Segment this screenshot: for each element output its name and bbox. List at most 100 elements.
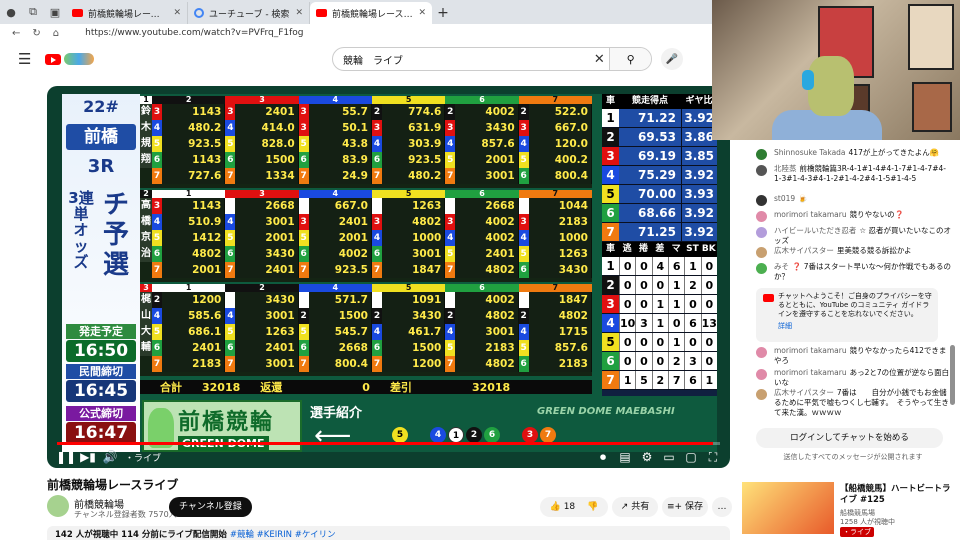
site-info-icon[interactable]: ⌂	[53, 28, 59, 39]
avatar[interactable]	[756, 195, 767, 206]
score-row: 3 69.19 3.85	[602, 147, 717, 166]
avatar[interactable]	[756, 347, 767, 358]
reco-title[interactable]: 【船橋競馬】ハートビートライブ #125	[840, 484, 958, 506]
subtitles-icon[interactable]: ▤	[614, 450, 636, 464]
tab-3[interactable]: 前橋競輪場レースライブ - YouTu ✕	[310, 2, 432, 24]
url-field[interactable]: https://www.youtube.com/watch?v=PVFrq_F1…	[85, 28, 303, 38]
car-number: 1	[602, 109, 619, 127]
avatar[interactable]	[756, 227, 767, 238]
youtube-logo[interactable]	[45, 53, 95, 65]
menu-icon[interactable]: ☰	[18, 50, 31, 68]
stat-value: 13	[700, 314, 717, 332]
lineup-ball: 1	[448, 427, 464, 443]
avatar[interactable]	[47, 495, 69, 517]
avatar[interactable]	[756, 211, 767, 222]
chat-author[interactable]: みそ	[774, 262, 789, 271]
combo-number: 7	[445, 262, 456, 278]
chat-author[interactable]: Shinnosuke Takada	[774, 148, 846, 157]
live-badge: ・ライブ	[840, 527, 874, 537]
fullscreen-icon[interactable]: ⛶	[702, 450, 724, 465]
venue-name: 前橋	[66, 124, 136, 150]
workspaces-icon[interactable]: ⧉	[22, 0, 44, 24]
odds-cell: 3 667.0	[518, 120, 592, 136]
next-button[interactable]: ▶▮	[77, 450, 99, 464]
combo-number: 5	[298, 230, 309, 246]
hashtags[interactable]: #競輪 #KEIRIN #ケイリン	[230, 530, 336, 540]
score-row: 2 69.53 3.86	[602, 128, 717, 147]
odds-value: 3001	[235, 356, 298, 372]
combo-number: 2	[445, 104, 456, 120]
odds-cell: 7 3001	[445, 168, 519, 184]
chat-author[interactable]: 北陸蒸	[774, 164, 797, 173]
chat-author[interactable]: 広木サイパスター	[774, 388, 834, 397]
volume-icon[interactable]: 🔊	[99, 450, 121, 464]
recommended-video[interactable]: 【船橋競馬】ハートビートライブ #125 船橋競馬場 1258 人が視聴中 ・ラ…	[740, 482, 960, 540]
login-chat-button[interactable]: ログインしてチャットを始める	[756, 428, 943, 448]
combo-number: 6	[298, 340, 309, 356]
close-icon[interactable]: ✕	[295, 8, 303, 18]
odds-value: 571.7	[308, 292, 371, 308]
video-thumbnail[interactable]	[742, 482, 834, 534]
close-icon[interactable]: ✕	[418, 8, 426, 18]
mic-icon[interactable]: 🎤	[661, 48, 683, 70]
avatar[interactable]	[756, 263, 767, 274]
save-button[interactable]: ≡+ 保存	[662, 497, 708, 517]
pause-button[interactable]: ❚❚	[55, 450, 77, 464]
clear-icon[interactable]: ✕	[589, 52, 609, 67]
live-badge[interactable]: ・ライブ	[125, 451, 161, 464]
like-button[interactable]: 👍 18 👎	[540, 497, 608, 517]
chat-author[interactable]: st019	[774, 194, 795, 203]
progress-bar[interactable]	[57, 442, 720, 445]
miniplayer-icon[interactable]: ▭	[658, 450, 680, 464]
stats-header-cell: BK	[701, 244, 716, 254]
subscribe-button[interactable]: チャンネル登録	[169, 497, 252, 517]
score-header-cell: 車	[605, 96, 615, 106]
share-button[interactable]: ↗ 共有	[612, 497, 658, 517]
column-header-cell: 6	[445, 96, 519, 104]
theater-icon[interactable]: ▢	[680, 450, 702, 464]
autoplay-toggle[interactable]: ⏺	[592, 450, 614, 465]
tab-actions-icon[interactable]: ▣	[44, 0, 66, 24]
search-input[interactable]	[333, 53, 590, 65]
odds-cell: 4 585.6	[152, 308, 226, 324]
notice-more-link[interactable]: 詳細	[778, 322, 932, 331]
odds-cell: 5 43.8	[298, 136, 372, 152]
tab-title: 前橋競輪場レースライブ - YouTu	[332, 9, 413, 20]
profile-icon[interactable]: ●	[0, 0, 22, 24]
video-player[interactable]: 22# 前橋 3R 3連単オッズ チ予選 発走予定 16:50 民間締切 16:…	[47, 86, 730, 468]
chat-author[interactable]: morimori takamaru	[774, 346, 847, 355]
chat-author[interactable]: morimori takamaru	[774, 368, 847, 377]
avatar[interactable]	[756, 389, 767, 400]
reco-viewers: 1258 人が視聴中	[840, 518, 896, 526]
avatar[interactable]	[756, 247, 767, 258]
close-icon[interactable]: ✕	[173, 8, 181, 18]
more-button[interactable]: …	[712, 497, 732, 517]
back-icon[interactable]: ←	[12, 28, 20, 39]
combo-number: 5	[518, 152, 529, 168]
stats-row: 5000100	[602, 333, 717, 352]
tab-1[interactable]: 前橋競輪場レースライブ - YouTube ✕	[66, 2, 188, 24]
odds-value: 545.7	[308, 324, 371, 340]
odds-cell: 3 631.9	[371, 120, 446, 136]
description-box[interactable]: 142 人が視聴中 114 分前にライブ配信開始 #競輪 #KEIRIN #ケイ…	[47, 526, 730, 540]
settings-icon[interactable]: ⚙	[636, 450, 658, 464]
new-tab-button[interactable]: +	[432, 2, 454, 24]
race-number: 22#	[83, 97, 119, 116]
chat-author[interactable]: morimori takamaru	[774, 210, 847, 219]
reload-icon[interactable]: ↻	[32, 28, 40, 39]
combo-number: 1	[225, 198, 236, 214]
chat-author[interactable]: ハイビールいただき忍者	[774, 226, 856, 235]
chat-author[interactable]: 広木サイパスター	[774, 246, 834, 255]
chat-scrollbar[interactable]	[950, 345, 955, 405]
search-button[interactable]: ⚲	[609, 48, 651, 70]
tab-2[interactable]: ユーチューブ - 検索 ✕	[188, 2, 310, 24]
avatar[interactable]	[756, 165, 767, 176]
combo-number: 3	[152, 198, 162, 214]
odds-cell: 3 4002	[445, 214, 519, 230]
combo-number: 4	[225, 308, 236, 324]
thumb-down-icon[interactable]: 👎	[587, 502, 598, 512]
chat-body: 前橋競輪篇3R-4-1#1-4#4-1-7#1-4-7#4-1-3#1-4-3#…	[774, 164, 946, 183]
avatar[interactable]	[756, 149, 767, 160]
rider-char: 治	[141, 248, 151, 259]
avatar[interactable]	[756, 369, 767, 380]
